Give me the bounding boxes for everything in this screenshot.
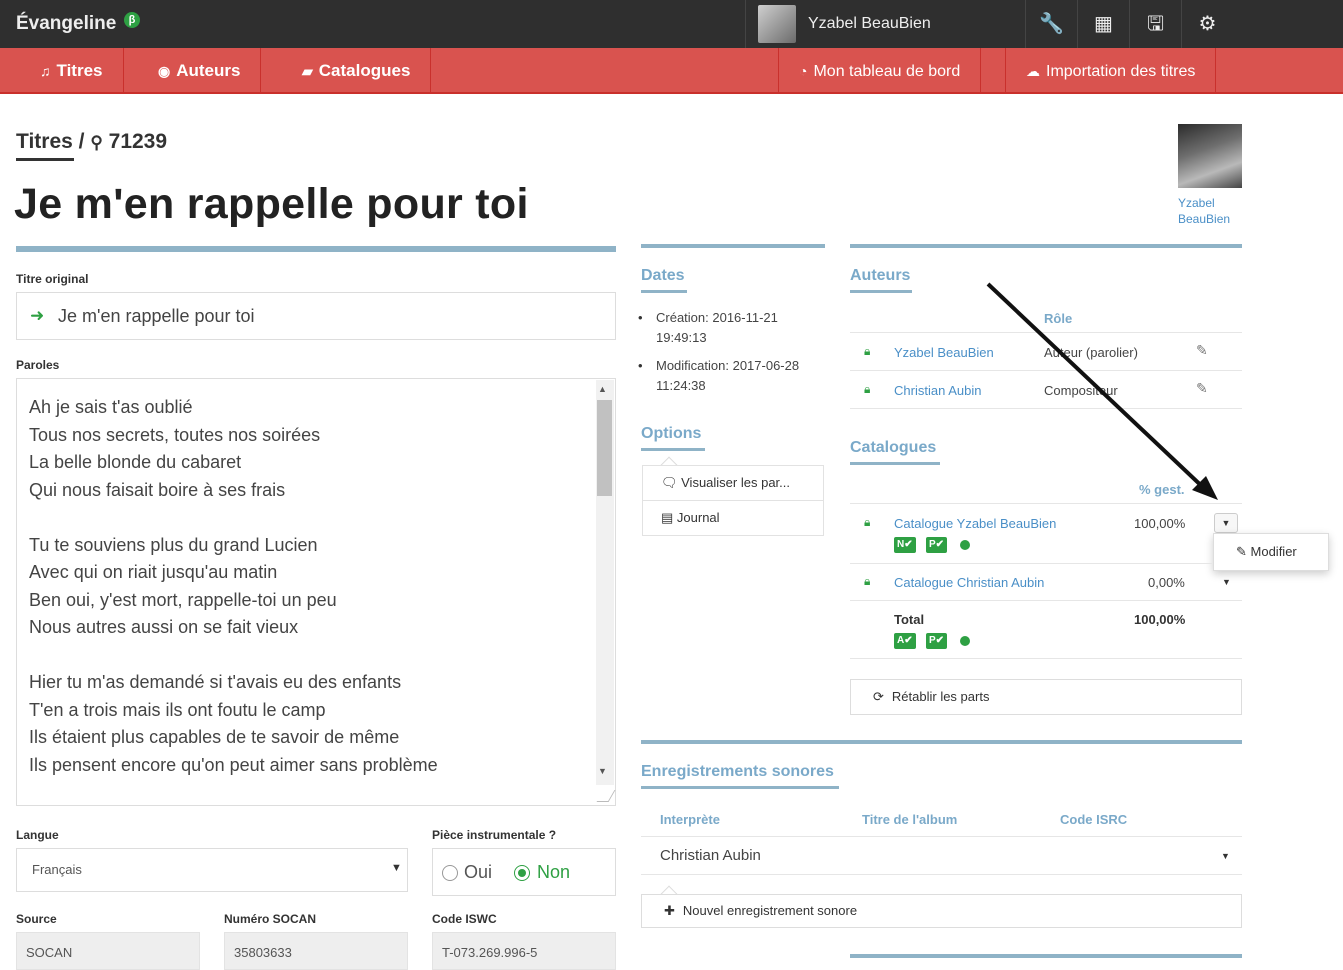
date-modification: Modification: 2017-06-2811:24:38 bbox=[638, 356, 820, 396]
source-label: Source bbox=[16, 912, 57, 926]
record-id: 71239 bbox=[108, 130, 168, 153]
main-nav: ♫ Titres ◉ Auteurs ▰ Catalogues ◔ Mon tablea… bbox=[0, 48, 1343, 94]
owner-name-link[interactable]: Yzabel BeauBien bbox=[1178, 195, 1248, 227]
source-value: SOCAN bbox=[26, 945, 73, 960]
chevron-down-icon[interactable]: ▼ bbox=[1221, 851, 1230, 861]
titre-original-value: Je m'en rappelle pour toi bbox=[58, 306, 255, 326]
list-icon: ▤ bbox=[661, 510, 677, 525]
lock-icon: 🔒︎ bbox=[864, 382, 871, 396]
dashboard-icon: ◔ bbox=[799, 63, 808, 79]
socan-value: 35803633 bbox=[234, 945, 292, 960]
breadcrumb: Titres / ⚲ 71239 bbox=[16, 130, 168, 161]
wrench-icon[interactable]: 🔧 bbox=[1025, 0, 1077, 48]
modifier-menu-item[interactable]: ✎ Modifier bbox=[1213, 533, 1329, 571]
total-pct: 100,00% bbox=[1134, 612, 1186, 627]
catalogue-link[interactable]: Catalogue Christian Aubin bbox=[894, 575, 1044, 590]
col-titre-album: Titre de l'album bbox=[862, 812, 958, 827]
divider bbox=[850, 954, 1242, 958]
auteur-link[interactable]: Christian Aubin bbox=[894, 383, 981, 398]
chevron-down-icon: ▼ bbox=[391, 862, 402, 874]
nav-titres[interactable]: ♫ Titres bbox=[20, 48, 124, 94]
status-badge: P✔ bbox=[926, 537, 948, 553]
paroles-text: Ah je sais t'as oublié Tous nos secrets,… bbox=[29, 397, 438, 775]
status-badge: N✔ bbox=[894, 537, 916, 553]
divider bbox=[641, 244, 825, 248]
cloud-upload-icon: ☁ bbox=[1026, 63, 1040, 79]
nav-auteurs[interactable]: ◉ Auteurs bbox=[138, 48, 262, 94]
divider bbox=[850, 244, 1242, 248]
comment-icon: 🗨︎ bbox=[661, 475, 682, 490]
user-circle-icon: ◉ bbox=[158, 63, 171, 79]
music-icon: ♫ bbox=[40, 63, 51, 79]
dates-title: Dates bbox=[641, 267, 685, 284]
beta-badge: β bbox=[124, 12, 140, 28]
key-icon: ⚲ bbox=[90, 133, 103, 152]
catalogue-actions-dropdown[interactable]: ▼ bbox=[1214, 513, 1238, 533]
refresh-icon: ⟳ bbox=[873, 689, 884, 704]
lock-icon: 🔒︎ bbox=[864, 344, 871, 358]
status-badge: P✔ bbox=[926, 633, 948, 649]
paroles-scroll-thumb[interactable] bbox=[597, 400, 612, 496]
titre-original-label: Titre original bbox=[16, 272, 89, 286]
user-name: Yzabel BeauBien bbox=[808, 15, 931, 32]
divider bbox=[16, 246, 616, 252]
plus-icon: ✚ bbox=[664, 903, 675, 918]
scroll-down-icon[interactable]: ▼ bbox=[598, 766, 607, 776]
auteur-link[interactable]: Yzabel BeauBien bbox=[894, 345, 994, 360]
socan-label: Numéro SOCAN bbox=[224, 912, 317, 926]
user-menu[interactable]: Yzabel BeauBien bbox=[745, 0, 1025, 48]
langue-label: Langue bbox=[16, 828, 59, 842]
col-interprete: Interprète bbox=[660, 812, 720, 827]
top-bar: Évangeline β Yzabel BeauBien 🔧 ▦ 🖫 ⚙ bbox=[0, 0, 1343, 48]
interprete-value: Christian Aubin bbox=[660, 847, 761, 864]
iswc-value: T-073.269.996-5 bbox=[442, 945, 538, 960]
visualiser-option[interactable]: 🗨︎ Visualiser les par... bbox=[642, 465, 824, 501]
journal-option[interactable]: ▤ Journal bbox=[642, 500, 824, 536]
pencil-icon: ✎ bbox=[1236, 544, 1251, 559]
lock-icon: 🔒︎ bbox=[864, 515, 871, 529]
divider bbox=[641, 740, 1242, 744]
catalogues-title: Catalogues bbox=[850, 439, 937, 456]
options-title: Options bbox=[641, 425, 702, 442]
paroles-label: Paroles bbox=[16, 358, 60, 372]
save-icon[interactable]: 🖫 bbox=[1129, 0, 1181, 48]
piece-instrumentale-label: Pièce instrumentale ? bbox=[432, 828, 557, 842]
status-dot bbox=[960, 540, 970, 550]
scroll-up-icon[interactable]: ▲ bbox=[598, 384, 607, 394]
nav-tableau-de-bord[interactable]: ◔ Mon tableau de bord bbox=[778, 48, 982, 94]
date-creation: Création: 2016-11-2119:49:13 bbox=[638, 308, 820, 348]
annotation-arrow bbox=[986, 282, 1218, 500]
radio-non[interactable] bbox=[514, 865, 530, 881]
total-label: Total bbox=[894, 612, 925, 627]
status-dot bbox=[960, 636, 970, 646]
catalogue-pct: 0,00% bbox=[1148, 575, 1185, 590]
book-icon: ▰ bbox=[302, 63, 313, 79]
nav-importation[interactable]: ☁ Importation des titres bbox=[1005, 48, 1217, 94]
table-icon[interactable]: ▦ bbox=[1077, 0, 1129, 48]
enregistrements-title: Enregistrements sonores bbox=[641, 763, 834, 780]
lock-icon: 🔒︎ bbox=[864, 574, 871, 588]
status-badge: A✔ bbox=[894, 633, 916, 649]
radio-oui-label[interactable]: Oui bbox=[464, 862, 492, 883]
col-code-isrc: Code ISRC bbox=[1060, 812, 1128, 827]
gear-icon[interactable]: ⚙ bbox=[1181, 0, 1233, 48]
arrow-right-icon: ➜ bbox=[30, 306, 45, 325]
catalogue-pct: 100,00% bbox=[1134, 516, 1186, 531]
user-avatar bbox=[758, 5, 796, 43]
radio-non-label[interactable]: Non bbox=[537, 862, 570, 883]
chevron-down-icon[interactable]: ▼ bbox=[1222, 577, 1231, 587]
radio-oui[interactable] bbox=[442, 865, 458, 881]
iswc-label: Code ISWC bbox=[432, 912, 497, 926]
owner-avatar[interactable] bbox=[1178, 124, 1242, 188]
nav-catalogues[interactable]: ▰ Catalogues bbox=[282, 48, 432, 94]
langue-value: Français bbox=[32, 862, 82, 877]
brand-logo[interactable]: Évangeline bbox=[16, 13, 116, 35]
catalogue-link[interactable]: Catalogue Yzabel BeauBien bbox=[894, 516, 1056, 531]
breadcrumb-titres[interactable]: Titres bbox=[16, 130, 73, 153]
retablir-parts-button[interactable]: ⟳ Rétablir les parts bbox=[850, 679, 1242, 715]
auteurs-title: Auteurs bbox=[850, 267, 911, 284]
nouvel-enregistrement-button[interactable]: ✚ Nouvel enregistrement sonore bbox=[641, 894, 1242, 928]
page-title: Je m'en rappelle pour toi bbox=[14, 180, 529, 228]
